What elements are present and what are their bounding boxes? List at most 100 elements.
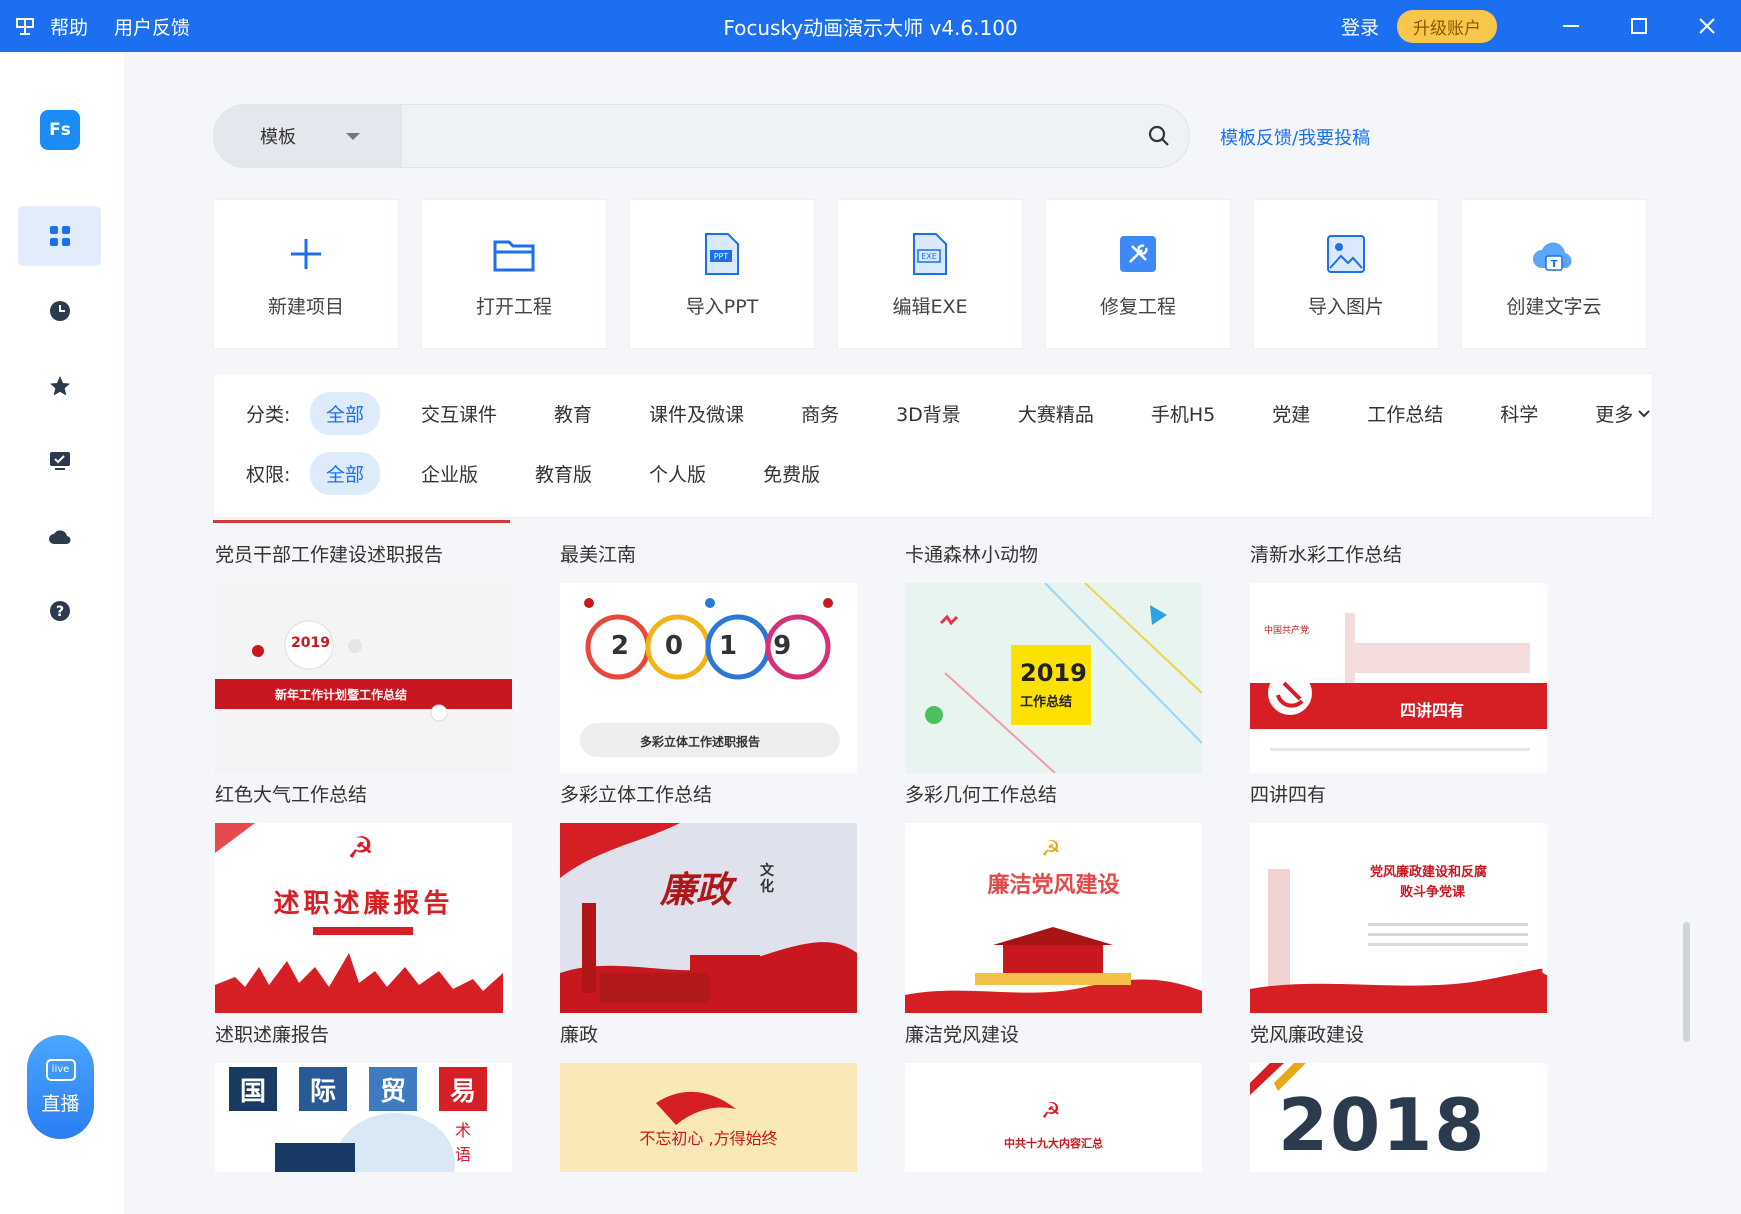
new-project-label: 新建项目: [267, 295, 344, 318]
search-bar: 模板: [213, 104, 1190, 168]
template-title[interactable]: 多彩几何工作总结: [905, 780, 1057, 807]
template-thumbnail[interactable]: ☭ 述职述廉报告: [215, 823, 512, 1013]
search-type-dropdown[interactable]: 模板: [214, 105, 402, 167]
plus-icon: [291, 238, 321, 269]
template-thumbnail[interactable]: 党风廉政建设和反腐 败斗争党课: [1250, 823, 1547, 1013]
sidebar-item-home[interactable]: [18, 206, 101, 266]
category-education[interactable]: 教育: [538, 392, 608, 435]
permission-personal[interactable]: 个人版: [633, 452, 722, 495]
category-mobile-h5[interactable]: 手机H5: [1135, 392, 1231, 435]
template-thumbnail[interactable]: 2019 工作总结: [905, 583, 1202, 773]
menu-help[interactable]: 帮助: [50, 13, 88, 40]
sidebar-item-presentations[interactable]: [18, 431, 101, 491]
category-all[interactable]: 全部: [310, 392, 381, 435]
category-science[interactable]: 科学: [1484, 392, 1554, 435]
thumbnail-caption: 中国共产党: [1264, 626, 1310, 636]
thumbnail-digits: 2019: [600, 631, 830, 661]
scrollbar[interactable]: [1683, 922, 1690, 1042]
category-interactive[interactable]: 交互课件: [405, 392, 513, 435]
search-icon[interactable]: [1129, 125, 1189, 147]
svg-text:T: T: [1551, 259, 1558, 270]
template-thumbnail[interactable]: ☭ 廉洁党风建设: [905, 823, 1202, 1013]
permission-label: 权限:: [246, 464, 291, 486]
permission-education[interactable]: 教育版: [519, 452, 608, 495]
import-image-button[interactable]: 导入图片: [1253, 199, 1439, 349]
template-title[interactable]: 党风廉政建设: [1250, 1020, 1364, 1047]
exe-file-icon: EXE: [913, 232, 947, 275]
template-thumbnail[interactable]: 不忘初心 ,方得始终: [560, 1063, 857, 1172]
search-input[interactable]: [402, 105, 1129, 167]
chevron-down-icon: [346, 133, 360, 140]
template-title[interactable]: 述职述廉报告: [215, 1020, 329, 1047]
category-microcourse[interactable]: 课件及微课: [633, 392, 760, 435]
template-thumbnail[interactable]: 廉政 文化: [560, 823, 857, 1013]
template-title[interactable]: 最美江南: [560, 540, 636, 567]
category-more[interactable]: 更多: [1579, 392, 1637, 435]
open-project-button[interactable]: 打开工程: [421, 199, 607, 349]
upgrade-account-button[interactable]: 升级账户: [1397, 9, 1497, 43]
thumbnail-title: 不忘初心 ,方得始终: [639, 1129, 778, 1148]
template-thumbnail[interactable]: ☭ 中共十九大内容汇总: [905, 1063, 1202, 1172]
thumbnail-caption: 多彩立体工作述职报告: [640, 735, 761, 749]
maximize-icon[interactable]: [1605, 0, 1673, 52]
sidebar-item-cloud[interactable]: [18, 506, 101, 566]
thumbnail-caption: 术语: [455, 1121, 472, 1164]
thumbnail-caption: 新年工作计划暨工作总结: [275, 688, 408, 702]
template-title[interactable]: 清新水彩工作总结: [1250, 540, 1402, 567]
repair-project-button[interactable]: 修复工程: [1045, 199, 1231, 349]
template-thumbnail[interactable]: 中国共产党 四讲四有: [1250, 583, 1547, 773]
category-filter-row: 分类: 全部 交互课件 教育 课件及微课 商务 3D背景 大赛精品 手机H5 党…: [214, 392, 1651, 435]
template-thumbnail[interactable]: 2019 新年工作计划暨工作总结: [215, 583, 512, 773]
sidebar-item-recent[interactable]: [18, 281, 101, 341]
template-title[interactable]: 党员干部工作建设述职报告: [215, 540, 443, 567]
search-type-label: 模板: [260, 127, 296, 148]
category-3d-background[interactable]: 3D背景: [880, 392, 977, 435]
template-title[interactable]: 卡通森林小动物: [905, 540, 1038, 567]
thumbnail-year: 2019: [291, 635, 330, 651]
template-thumbnail[interactable]: 2019 多彩立体工作述职报告: [560, 583, 857, 773]
edit-exe-button[interactable]: EXE 编辑EXE: [837, 199, 1023, 349]
category-contest[interactable]: 大赛精品: [1002, 392, 1110, 435]
sidebar-item-favorites[interactable]: [18, 356, 101, 416]
category-party[interactable]: 党建: [1256, 392, 1326, 435]
template-thumbnail[interactable]: 2018: [1250, 1063, 1547, 1172]
hammer-sickle-icon: ☭: [1041, 837, 1061, 862]
title-bar: 帮助 用户反馈 Focusky动画演示大师 v4.6.100 登录 升级账户: [0, 0, 1741, 52]
template-title[interactable]: 红色大气工作总结: [215, 780, 367, 807]
char-tile: 贸: [369, 1067, 417, 1111]
category-business[interactable]: 商务: [785, 392, 855, 435]
permission-free[interactable]: 免费版: [747, 452, 836, 495]
sidebar-item-help[interactable]: ?: [18, 581, 101, 641]
minimize-icon[interactable]: [1537, 0, 1605, 52]
close-icon[interactable]: [1673, 0, 1741, 52]
app-logo: Fs: [40, 110, 80, 150]
template-grid: 党员干部工作建设述职报告 最美江南 卡通森林小动物 清新水彩工作总结 2019 …: [213, 520, 1653, 1172]
app-menu-icon[interactable]: [0, 0, 50, 52]
permission-all[interactable]: 全部: [310, 452, 381, 495]
grid-icon: [49, 226, 70, 246]
import-image-label: 导入图片: [1307, 295, 1384, 318]
chevron-down-icon[interactable]: [1637, 409, 1651, 419]
create-word-cloud-button[interactable]: T 创建文字云: [1461, 199, 1647, 349]
sidebar: Fs ? live 直播: [0, 52, 124, 1214]
template-feedback-link[interactable]: 模板反馈/我要投稿: [1220, 124, 1370, 150]
template-title[interactable]: 廉洁党风建设: [905, 1020, 1019, 1047]
import-ppt-label: 导入PPT: [685, 295, 759, 318]
template-thumbnail[interactable]: 国 际 贸 易 术语: [215, 1063, 512, 1172]
thumbnail-title: 述职述廉报告: [273, 889, 454, 919]
live-stream-button[interactable]: live 直播: [27, 1035, 94, 1139]
permission-enterprise[interactable]: 企业版: [405, 452, 494, 495]
category-label: 分类:: [246, 404, 291, 426]
import-ppt-button[interactable]: PPT 导入PPT: [629, 199, 815, 349]
thumbnail-title: 廉政: [660, 870, 733, 911]
thumbnail-caption: 工作总结: [1020, 695, 1073, 710]
template-title[interactable]: 多彩立体工作总结: [560, 780, 712, 807]
menu-feedback[interactable]: 用户反馈: [114, 13, 190, 40]
new-project-button[interactable]: 新建项目: [213, 199, 399, 349]
login-link[interactable]: 登录: [1341, 13, 1379, 40]
category-work-summary[interactable]: 工作总结: [1351, 392, 1459, 435]
live-stream-label: 直播: [41, 1092, 80, 1115]
template-title[interactable]: 四讲四有: [1250, 780, 1326, 807]
permission-filter-row: 权限: 全部 企业版 教育版 个人版 免费版: [214, 452, 861, 495]
template-title[interactable]: 廉政: [560, 1020, 598, 1047]
